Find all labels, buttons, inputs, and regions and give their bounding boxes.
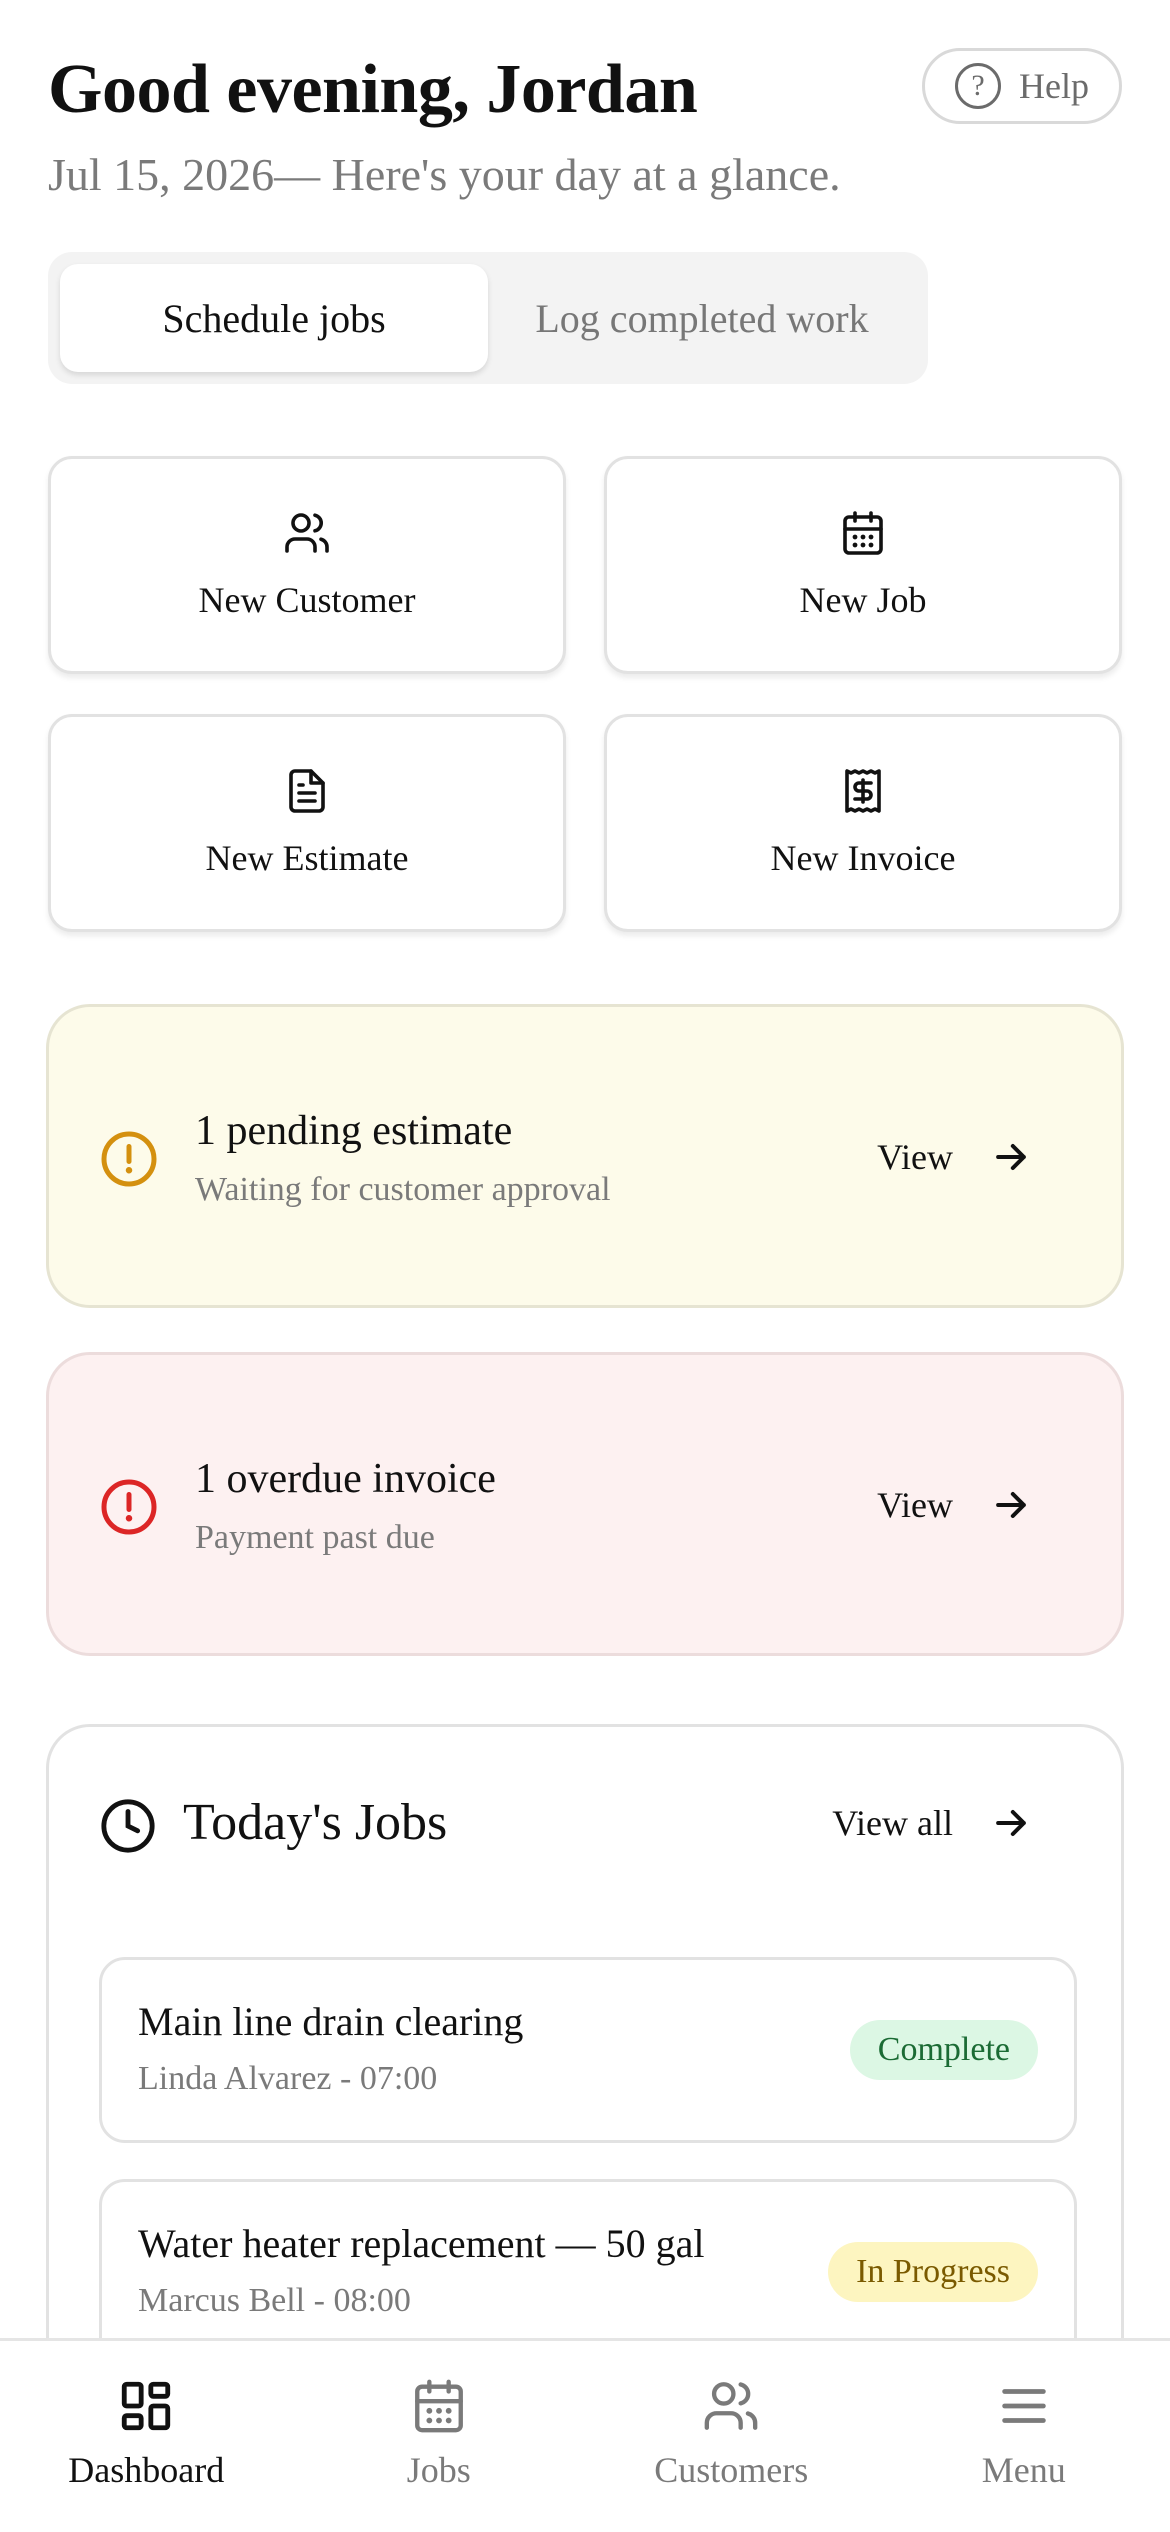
job-meta: Marcus Bell - 08:00 bbox=[138, 2282, 411, 2319]
document-icon bbox=[289, 769, 325, 813]
alert-title: 1 overdue invoice bbox=[195, 1456, 496, 1502]
nav-customers[interactable]: Customers bbox=[585, 2341, 878, 2532]
status-badge: Complete bbox=[849, 2020, 1038, 2080]
new-job-button[interactable]: New Job bbox=[604, 456, 1122, 674]
status-badge: In Progress bbox=[828, 2242, 1038, 2302]
menu-icon bbox=[1002, 2389, 1046, 2423]
view-label: View bbox=[877, 1485, 953, 1525]
help-label: Help bbox=[1019, 66, 1089, 106]
view-overdue-invoice-button[interactable]: View bbox=[877, 1483, 1033, 1527]
receipt-icon bbox=[845, 769, 881, 813]
arrow-right-icon bbox=[996, 1491, 1026, 1519]
clock-icon bbox=[101, 1799, 155, 1853]
job-title: Water heater replacement — 50 gal bbox=[138, 2221, 705, 2266]
arrow-right-icon bbox=[996, 1143, 1026, 1171]
new-estimate-button[interactable]: New Estimate bbox=[48, 714, 566, 932]
nav-menu[interactable]: Menu bbox=[878, 2341, 1170, 2532]
help-circle-icon: ? bbox=[955, 63, 1001, 109]
tab-log-completed-work[interactable]: Log completed work bbox=[488, 264, 916, 372]
arrow-right-icon bbox=[996, 1809, 1026, 1837]
job-meta: Linda Alvarez - 07:00 bbox=[138, 2060, 438, 2097]
page-subtitle: Jul 15, 2026— Here's your day at a glanc… bbox=[48, 149, 841, 200]
dashboard-icon bbox=[122, 2381, 171, 2431]
page-title: Good evening, Jordan bbox=[48, 51, 698, 128]
mode-segmented-control: Schedule jobs Log completed work bbox=[48, 252, 928, 384]
alert-subtitle: Payment past due bbox=[195, 1519, 435, 1556]
overdue-invoice-alert: 1 overdue invoice Payment past due View bbox=[46, 1352, 1124, 1656]
alert-title: 1 pending estimate bbox=[195, 1108, 513, 1154]
users-icon bbox=[285, 513, 329, 553]
view-label: View bbox=[877, 1137, 953, 1177]
nav-label: Jobs bbox=[406, 2450, 471, 2490]
calendar-icon bbox=[843, 511, 883, 555]
nav-label: Menu bbox=[981, 2450, 1066, 2490]
job-title: Main line drain clearing bbox=[138, 1999, 524, 2044]
bottom-nav: Dashboard Jobs Customers Menu bbox=[0, 2338, 1170, 2532]
new-invoice-label: New Invoice bbox=[770, 838, 956, 878]
nav-jobs[interactable]: Jobs bbox=[293, 2341, 586, 2532]
nav-dashboard[interactable]: Dashboard bbox=[0, 2341, 293, 2532]
help-button[interactable]: ? Help bbox=[922, 48, 1122, 124]
nav-label: Dashboard bbox=[68, 2450, 225, 2490]
calendar-icon bbox=[414, 2379, 463, 2433]
new-customer-button[interactable]: New Customer bbox=[48, 456, 566, 674]
new-job-label: New Job bbox=[799, 580, 927, 620]
alert-circle-icon bbox=[101, 1479, 157, 1535]
users-icon bbox=[704, 2382, 758, 2430]
view-all-jobs-button[interactable]: View all bbox=[832, 1801, 1033, 1845]
alert-circle-icon bbox=[101, 1131, 157, 1187]
tab-schedule-jobs[interactable]: Schedule jobs bbox=[60, 264, 488, 372]
new-invoice-button[interactable]: New Invoice bbox=[604, 714, 1122, 932]
nav-label: Customers bbox=[654, 2450, 809, 2490]
new-customer-label: New Customer bbox=[198, 580, 416, 620]
alert-subtitle: Waiting for customer approval bbox=[195, 1171, 611, 1208]
pending-estimate-alert: 1 pending estimate Waiting for customer … bbox=[46, 1004, 1124, 1308]
todays-jobs-title: Today's Jobs bbox=[183, 1794, 448, 1851]
job-list-item[interactable]: Main line drain clearing Linda Alvarez -… bbox=[99, 1957, 1077, 2143]
new-estimate-label: New Estimate bbox=[205, 838, 409, 878]
view-pending-estimate-button[interactable]: View bbox=[877, 1135, 1033, 1179]
view-all-label: View all bbox=[832, 1803, 953, 1843]
dashboard-screen: Good evening, Jordan Jul 15, 2026— Here'… bbox=[0, 0, 1170, 2532]
